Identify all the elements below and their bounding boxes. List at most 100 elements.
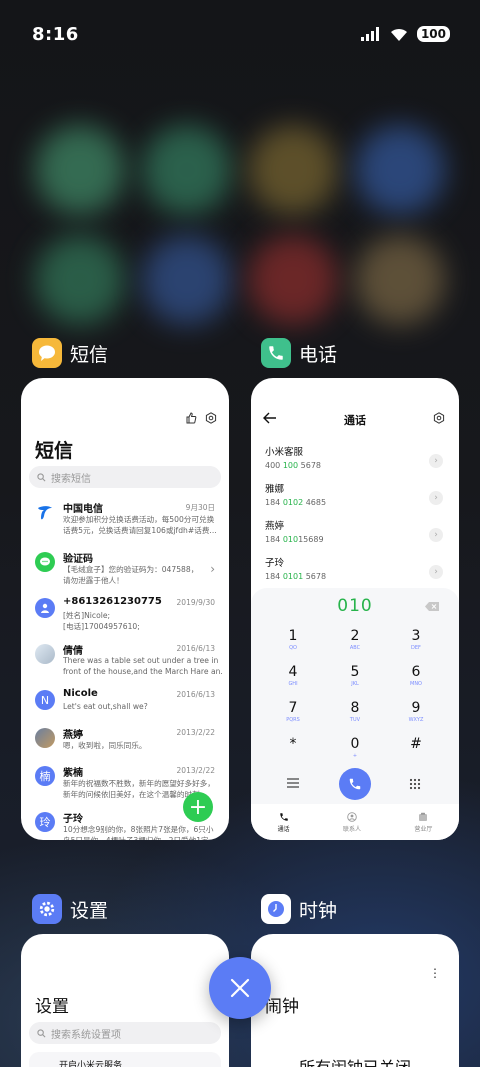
message-preview: 欢迎参加积分兑换话费活动，每500分可兑换 xyxy=(63,515,215,524)
dial-key[interactable]: * xyxy=(268,736,318,753)
sms-app-card[interactable]: 短信 搜索短信 中国电信 9月30日 欢迎参加积分兑换话费活动，每500分可兑换 话费… xyxy=(21,378,229,840)
dial-key[interactable]: 0 + xyxy=(330,736,380,759)
phone-icon xyxy=(349,778,361,790)
key-letters: PQRS xyxy=(286,717,300,723)
app-label-sms[interactable]: 短信 xyxy=(32,338,108,368)
tab-calls[interactable]: 通话 xyxy=(278,812,290,833)
avatar xyxy=(35,644,55,664)
message-app-icon xyxy=(32,338,62,368)
contact-name: 子玲 xyxy=(265,558,285,569)
dial-key[interactable]: 6 MNO xyxy=(391,664,441,687)
contact-number: 184 01015689 xyxy=(265,535,445,544)
clock-app-card[interactable]: ⋮ 闹钟 所有闹钟已关闭 xyxy=(251,934,459,1067)
message-preview: 鸟5只是你，4棵叶子3棵归你，2只爱他1定 xyxy=(63,835,223,840)
blur-blob xyxy=(355,125,445,215)
dial-key[interactable]: 8 TUV xyxy=(330,700,380,723)
sender-name: 倩倩 xyxy=(63,646,83,657)
status-bar: 8:16 100 xyxy=(32,22,450,46)
search-placeholder: 搜索短信 xyxy=(51,473,91,485)
search-icon xyxy=(37,1028,46,1037)
gear-icon[interactable] xyxy=(433,412,445,424)
settings-item-label: 开启小米云服务 xyxy=(59,1061,123,1067)
dial-key[interactable]: 9 WXYZ xyxy=(391,700,441,723)
dial-key[interactable]: 3 DEF xyxy=(391,628,441,651)
key-letters: TUV xyxy=(349,717,361,723)
contact-name: 雅娜 xyxy=(265,484,285,495)
thumbs-up-icon[interactable] xyxy=(185,412,197,424)
search-placeholder: 搜索系统设置项 xyxy=(51,1029,121,1041)
avatar xyxy=(35,502,55,522)
contact-row[interactable]: 燕婷 184 01015689 › xyxy=(265,518,445,558)
key-letters: ABC xyxy=(349,645,361,651)
key-letters: GHI xyxy=(288,681,298,687)
key-letters: + xyxy=(352,753,358,759)
sender-name: 中国电信 xyxy=(63,504,103,515)
search-input[interactable]: 搜索系统设置项 xyxy=(29,1022,221,1044)
dialpad: 010 1 QO 2 ABC 3 DEF 4 GHI 5 JKL 6 MNO 7 PQRS 8 TUV 9 WXY… xyxy=(251,588,459,840)
phone-app-card[interactable]: 通话 小米客服 400 100 5678 › 雅娜 184 0102 4685 › 燕婷 18… xyxy=(251,378,459,840)
new-message-button[interactable]: + xyxy=(183,792,213,822)
search-input[interactable]: 搜索短信 xyxy=(29,466,221,488)
chevron-right-icon[interactable]: › xyxy=(429,565,443,579)
contact-number: 184 0101 5678 xyxy=(265,572,445,581)
blur-blob xyxy=(142,125,232,215)
contact-row[interactable]: 小米客服 400 100 5678 › xyxy=(265,444,445,484)
empty-alarm-text: 所有闹钟已关闭 xyxy=(251,1054,459,1067)
avatar xyxy=(35,598,55,618)
message-date: 9月30日 xyxy=(185,503,215,512)
app-label-text: 电话 xyxy=(299,343,338,366)
blur-blob xyxy=(35,125,125,215)
clock-app-icon xyxy=(261,894,291,924)
message-date: 2013/2/22 xyxy=(176,766,215,775)
dial-key[interactable]: 7 PQRS xyxy=(268,700,318,723)
number-part: 184 xyxy=(265,498,283,507)
dial-key[interactable]: # xyxy=(391,736,441,753)
avatar: N xyxy=(35,690,55,710)
search-icon xyxy=(37,472,46,481)
key-digit: 6 xyxy=(411,664,421,680)
sender-name: +8613261230775 xyxy=(63,596,162,607)
status-time: 8:16 xyxy=(32,23,79,45)
contact-number: 400 100 5678 xyxy=(265,461,445,470)
chevron-right-icon[interactable]: › xyxy=(429,491,443,505)
chevron-right-icon[interactable]: › xyxy=(429,528,443,542)
app-label-text: 设置 xyxy=(70,899,109,922)
clear-all-button[interactable] xyxy=(209,957,271,1019)
sender-name: 紫楠 xyxy=(63,768,83,779)
tab-contacts[interactable]: 联系人 xyxy=(343,811,361,833)
number-part: 4685 xyxy=(303,498,327,507)
key-digit: 2 xyxy=(350,628,360,644)
dial-key[interactable]: 4 GHI xyxy=(268,664,318,687)
page-title: 设置 xyxy=(35,997,69,1017)
call-button[interactable] xyxy=(339,768,371,800)
avatar xyxy=(35,728,55,748)
phone-icon xyxy=(279,812,288,821)
message-preview: 话费5元，兑换话费请回复106或jfdh#话费... xyxy=(63,526,217,535)
dial-key[interactable]: 5 JKL xyxy=(330,664,380,687)
avatar: 楠 xyxy=(35,766,55,786)
number-part: 184 xyxy=(265,535,283,544)
app-label-settings[interactable]: 设置 xyxy=(32,894,108,924)
more-options-icon[interactable]: ⋮ xyxy=(429,966,441,980)
tab-service-hall[interactable]: 营业厅 xyxy=(414,812,432,833)
dial-key[interactable]: 1 QO xyxy=(268,628,318,651)
backspace-icon[interactable] xyxy=(425,602,439,611)
key-digit: 8 xyxy=(350,700,360,716)
chevron-right-icon[interactable]: › xyxy=(429,454,443,468)
contact-name: 小米客服 xyxy=(265,447,304,458)
sender-name: 子玲 xyxy=(63,814,83,825)
number-part: 400 xyxy=(265,461,283,470)
blur-blob xyxy=(355,235,445,325)
contacts-icon xyxy=(347,811,357,822)
app-label-phone[interactable]: 电话 xyxy=(261,338,337,368)
app-label-clock[interactable]: 时钟 xyxy=(261,894,337,924)
dialpad-grid-icon[interactable] xyxy=(409,778,421,790)
key-digit: 5 xyxy=(350,664,360,680)
dial-key[interactable]: 2 ABC xyxy=(330,628,380,651)
settings-app-card[interactable]: 设置 搜索系统设置项 开启小米云服务 xyxy=(21,934,229,1067)
blur-blob xyxy=(248,235,338,325)
contact-row[interactable]: 雅娜 184 0102 4685 › xyxy=(265,481,445,521)
gear-icon[interactable] xyxy=(205,412,217,424)
settings-list-item[interactable]: 开启小米云服务 xyxy=(29,1052,221,1067)
menu-icon[interactable] xyxy=(287,778,299,788)
